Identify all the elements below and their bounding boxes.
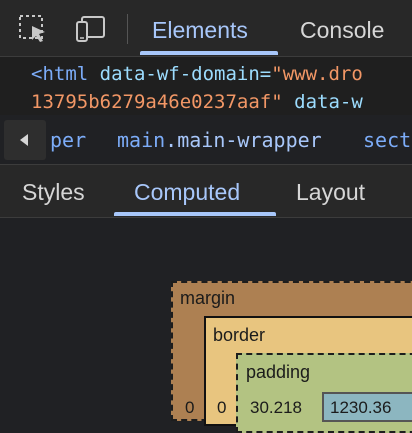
padding-left-value[interactable]: 30.218 [250,398,302,418]
inspect-element-icon[interactable] [18,14,48,44]
dom-tree-line[interactable]: <html data-wf-domain="www.dro [31,63,363,85]
attribute-value: "www.dro [271,63,363,85]
padding-label: padding [246,362,311,382]
active-subtab-indicator [114,212,276,216]
chevron-left-icon [20,134,28,146]
breadcrumb-tag: main [117,128,166,152]
breadcrumb-item-main[interactable]: main.main-wrapper [117,128,322,152]
breadcrumb-item-section[interactable]: sect [363,128,411,152]
toolbar-separator [127,14,128,44]
tab-styles[interactable]: Styles [22,179,85,206]
html-tag: <html [31,63,89,85]
sidebar-tabs: Styles Computed Layout [0,165,412,218]
attribute-name: data-w [294,91,363,113]
margin-label: margin [180,288,236,308]
tab-console[interactable]: Console [300,0,384,56]
breadcrumb: per main.main-wrapper sect [0,116,412,165]
margin-left-value[interactable]: 0 [185,398,194,418]
border-label: border [213,325,266,345]
devtools-toolbar: Elements Console [0,0,412,57]
breadcrumb-class: .main-wrapper [165,128,322,152]
dom-tree-line[interactable]: 13795b6279a46e0237aaf" data-w [31,91,363,113]
attribute-name: data-wf-domain= [99,63,272,85]
border-left-value[interactable]: 0 [217,398,226,418]
breadcrumb-scroll-left-button[interactable] [4,120,46,160]
attribute-value: 13795b6279a46e0237aaf" [31,91,283,113]
tab-elements[interactable]: Elements [152,0,248,56]
active-tab-indicator [140,51,278,55]
dom-tree[interactable]: <html data-wf-domain="www.dro 13795b6279… [0,57,412,115]
tab-layout[interactable]: Layout [296,179,365,206]
breadcrumb-item[interactable]: per [50,128,86,152]
device-toolbar-icon[interactable] [76,14,106,44]
content-size-value[interactable]: 1230.36 [330,398,391,418]
tab-computed[interactable]: Computed [134,179,240,206]
